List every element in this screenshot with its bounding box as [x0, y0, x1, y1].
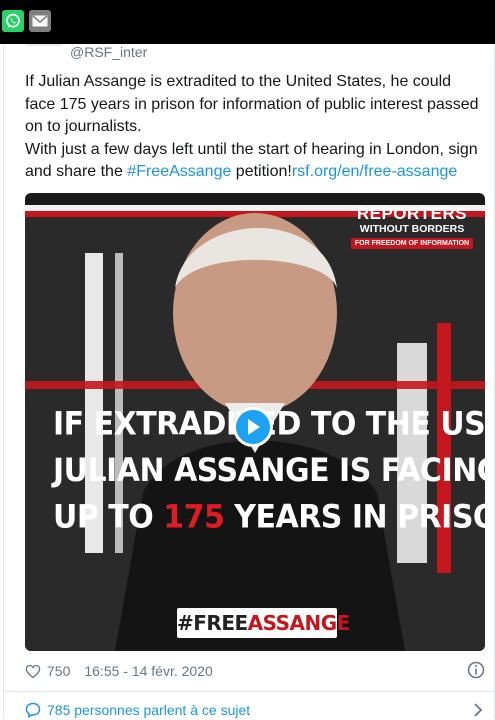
email-share-button[interactable]: [29, 10, 51, 32]
timestamp[interactable]: 16:55 - 14 févr. 2020: [84, 663, 212, 679]
like-count[interactable]: 750: [47, 663, 70, 679]
headline-number: 175: [163, 498, 225, 536]
share-bar: [0, 0, 495, 44]
hashtag-banner-prefix: #FREE: [177, 611, 248, 635]
rsf-logo: REPORTERS WITHOUT BORDERS FOR FREEDOM OF…: [351, 205, 473, 249]
tweet-text-line: With just a few days left until the star…: [25, 140, 478, 158]
tweet-card: @RSF_inter If Julian Assange is extradit…: [3, 44, 495, 719]
play-icon: [248, 419, 260, 435]
whatsapp-icon: [6, 13, 20, 28]
envelope-icon: [32, 15, 48, 27]
whatsapp-share-button[interactable]: [2, 10, 24, 32]
hashtag-banner: #FREEASSANGE: [177, 608, 350, 638]
hashtag-link[interactable]: #FreeAssange: [127, 163, 231, 180]
divider: [4, 691, 494, 692]
headline-fragment: YEARS IN PRISON: [234, 498, 485, 536]
play-button[interactable]: [233, 407, 273, 447]
chevron-right-icon[interactable]: [473, 702, 483, 718]
speech-bubble-icon: [25, 702, 41, 718]
tweet-text-line: face 175 years in prison for information…: [25, 95, 479, 113]
user-handle[interactable]: @RSF_inter: [70, 44, 147, 60]
conversation-label[interactable]: 785 personnes parlent à ce sujet: [47, 702, 250, 718]
tweet-text-fragment: and share the: [25, 163, 128, 180]
tweet-text-fragment: petition!: [231, 163, 292, 180]
headline-line: UP TO 175 YEARS IN PRISON: [53, 494, 485, 540]
conversation-link[interactable]: 785 personnes parlent à ce sujet: [25, 700, 485, 720]
petition-link[interactable]: rsf.org/en/free-assange: [292, 163, 457, 180]
tweet-meta: 750 16:55 - 14 févr. 2020: [25, 661, 485, 681]
tweet-text-line: on to journalists.: [25, 118, 142, 135]
hashtag-banner-suffix: ASSANGE: [247, 611, 351, 635]
logo-text: WITHOUT BORDERS: [359, 223, 465, 235]
avatar[interactable]: [26, 44, 62, 46]
logo-text: FOR FREEDOM OF INFORMATION: [351, 237, 473, 249]
tweet-text: If Julian Assange is extradited to the U…: [25, 71, 487, 184]
headline-line: JULIAN ASSANGE IS FACING: [53, 451, 485, 490]
heart-icon[interactable]: [25, 664, 41, 679]
logo-text: REPORTERS: [356, 204, 468, 223]
video-player[interactable]: REPORTERS WITHOUT BORDERS FOR FREEDOM OF…: [25, 193, 485, 651]
tweet-text-line: and share the #FreeAssange petition!rsf.…: [25, 161, 487, 184]
tweet-text-line: If Julian Assange is extradited to the U…: [25, 73, 452, 90]
headline-fragment: UP TO: [53, 498, 164, 536]
info-icon[interactable]: [467, 661, 485, 679]
